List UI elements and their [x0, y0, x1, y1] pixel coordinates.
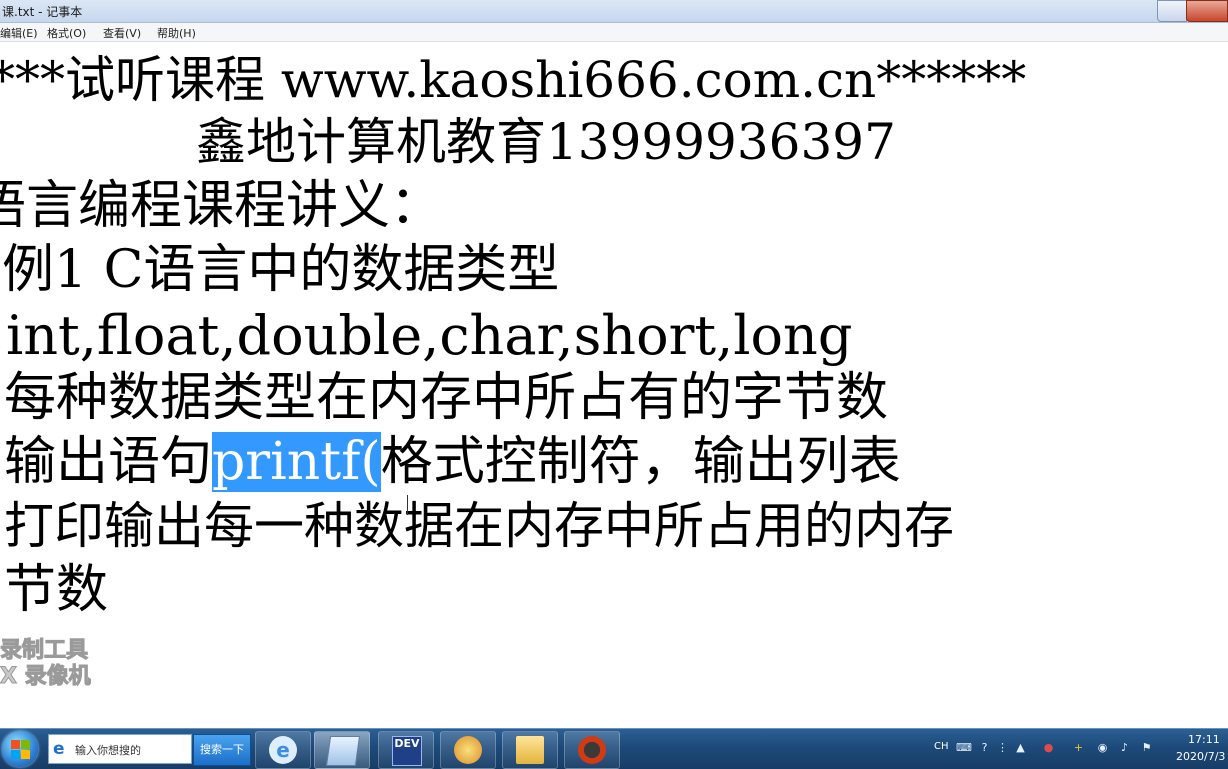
windows-logo-part: [11, 750, 20, 759]
editor-line-4: 例1 C语言中的数据类型: [2, 240, 560, 300]
language-indicator[interactable]: CH: [934, 741, 949, 752]
recorder-watermark: 录制工具 X 录像机: [0, 638, 91, 690]
taskbar-ie[interactable]: e: [255, 731, 311, 769]
taskbar-notepad[interactable]: [314, 731, 370, 769]
editor-line-5: int,float,double,char,short,long: [6, 304, 853, 367]
menu-help[interactable]: 帮助(H): [157, 25, 196, 41]
editor-line-3: 语言编程课程讲义：: [0, 176, 443, 236]
menu-edit[interactable]: 编辑(E): [0, 25, 38, 41]
editor-line-7: 输出语句printf(格式控制符，输出列表: [4, 432, 901, 492]
recorder-icon: [578, 736, 606, 764]
window-title: 课.txt - 记事本: [2, 5, 83, 19]
close-button[interactable]: [1186, 0, 1228, 22]
taskbar-recorder[interactable]: [564, 731, 620, 769]
start-button[interactable]: [2, 731, 38, 767]
text-editor[interactable]: ***试听课程 www.kaoshi666.com.cn****** 鑫地计算机…: [0, 42, 1228, 728]
editor-line-9: 节数: [4, 560, 109, 620]
paint-palette-icon: [454, 736, 482, 764]
editor-line-6: 每种数据类型在内存中所占有的字节数: [4, 368, 889, 428]
clock-date[interactable]: 2020/7/3: [1176, 750, 1225, 763]
taskbar-paint[interactable]: [440, 731, 496, 769]
ie-icon: e: [269, 736, 297, 764]
devcpp-icon: DEV: [392, 736, 422, 766]
action-center-icon[interactable]: ⚑: [1140, 741, 1153, 754]
folder-icon: [516, 736, 544, 764]
search-placeholder: 输入你想搜的: [75, 744, 141, 757]
editor-line-8: 打印输出每一种数据在内存中所占用的内存: [4, 497, 954, 555]
search-button[interactable]: 搜索一下: [193, 734, 251, 766]
watermark-line-2: X 录像机: [0, 664, 91, 690]
windows-logo-part: [21, 740, 30, 749]
watermark-line-1: 录制工具: [0, 638, 89, 664]
keyboard-icon[interactable]: ⌨: [956, 741, 972, 754]
maximize-button[interactable]: [1157, 0, 1187, 22]
editor-line-2: 鑫地计算机教育13999936397: [196, 113, 896, 171]
selected-text: printf(: [212, 432, 381, 492]
title-bar: 课.txt - 记事本: [0, 0, 1228, 23]
add-icon[interactable]: +: [1072, 741, 1085, 754]
windows-logo-icon: [11, 740, 20, 749]
output-before: 输出语句: [4, 432, 213, 492]
help-icon[interactable]: ?: [978, 741, 991, 754]
show-hidden-icons-icon[interactable]: ▲: [1014, 741, 1027, 754]
taskbar: e 输入你想搜的 搜索一下 e DEV CH ⌨ ? ⋮ ▲ ● + ◉ ♪ ⚑…: [0, 728, 1228, 769]
volume-icon[interactable]: ♪: [1118, 741, 1131, 754]
taskbar-devcpp[interactable]: DEV: [378, 731, 434, 769]
ie-search-icon: e: [53, 739, 65, 759]
windows-logo-part: [21, 750, 30, 759]
network-globe-icon[interactable]: ◉: [1096, 741, 1109, 754]
tray-settings-icon[interactable]: ⋮: [996, 741, 1009, 754]
security-icon[interactable]: ●: [1042, 741, 1055, 754]
system-tray: CH ⌨ ? ⋮ ▲ ● + ◉ ♪ ⚑ 17:11 2020/7/3: [926, 729, 1228, 769]
menu-bar: 编辑(E) 格式(O) 查看(V) 帮助(H): [0, 23, 1228, 42]
clock-time[interactable]: 17:11: [1188, 733, 1220, 746]
editor-line-1: ***试听课程 www.kaoshi666.com.cn******: [0, 51, 1027, 109]
search-input[interactable]: e 输入你想搜的: [48, 734, 192, 764]
menu-view[interactable]: 查看(V): [103, 25, 141, 41]
ibeam-cursor-icon: [407, 495, 410, 515]
output-after: 格式控制符，输出列表: [380, 432, 901, 492]
menu-format[interactable]: 格式(O): [47, 25, 86, 41]
taskbar-explorer[interactable]: [502, 731, 558, 769]
notepad-icon: [325, 736, 361, 766]
